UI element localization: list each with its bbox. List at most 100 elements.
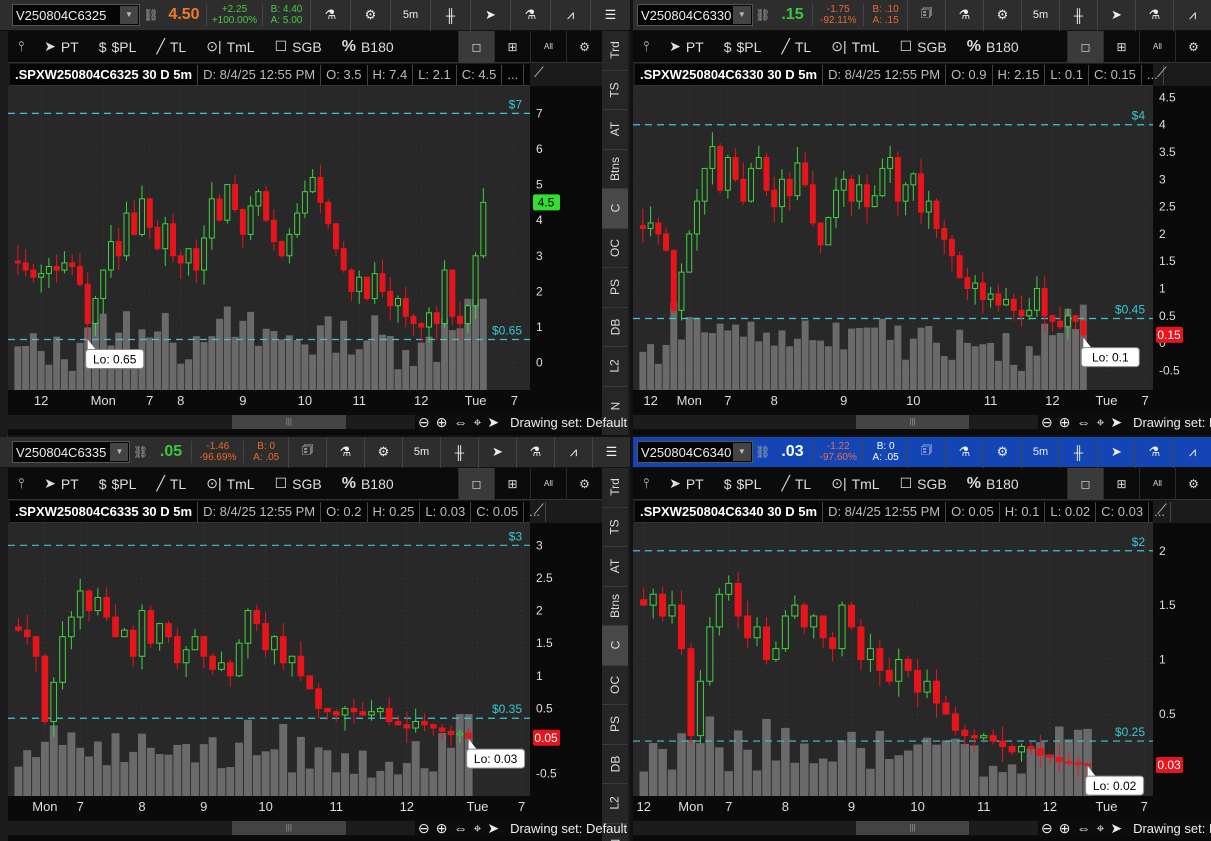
side-tab-c[interactable]: C — [602, 189, 628, 229]
horizontal-scrollbar[interactable]: ||| — [633, 415, 1038, 429]
trendline-tool-button[interactable]: ╱TL — [771, 475, 821, 492]
crosshair-icon[interactable]: ⌖ — [1093, 820, 1107, 837]
zoom-out-icon[interactable]: ⊖ — [415, 820, 433, 837]
side-tab-trd[interactable]: Trd — [602, 31, 628, 71]
all-button[interactable]: All — [1139, 468, 1175, 500]
all-button[interactable]: All — [1139, 31, 1175, 63]
candle-style-icon[interactable]: ╫ — [1059, 0, 1097, 31]
sgb-tool-button[interactable]: ☐SGB — [265, 475, 332, 492]
symbol-input[interactable]: V250804C6335 — [16, 445, 106, 460]
menu-icon[interactable]: ☰ — [590, 0, 630, 31]
zoom-in-icon[interactable]: ⊕ — [1056, 414, 1074, 431]
timeline-tool-button[interactable]: ⊙|TmL — [821, 475, 889, 492]
gear-icon[interactable]: ⚙ — [983, 437, 1021, 468]
crosshair-icon[interactable]: ⌖ — [470, 820, 484, 837]
link-icon[interactable]: ⛓ — [140, 8, 162, 22]
flask-icon[interactable]: ⚗ — [326, 437, 364, 468]
trendline-tool-button[interactable]: ╱TL — [146, 38, 196, 55]
link-icon[interactable]: ⛓ — [130, 445, 150, 459]
side-tab-at[interactable]: AT — [602, 110, 628, 150]
pl-tool-button[interactable]: $$PL — [89, 476, 147, 492]
single-layout-icon[interactable]: ◻ — [458, 31, 494, 63]
interval-button[interactable]: 5m — [1021, 437, 1059, 468]
flask-icon[interactable]: ⚗ — [310, 0, 350, 31]
scrollbar-thumb[interactable]: ||| — [856, 415, 969, 429]
zoom-in-icon[interactable]: ⊕ — [433, 414, 451, 431]
grid-layout-icon[interactable]: ⊞ — [1103, 31, 1139, 63]
timeline-tool-button[interactable]: ⊙|TmL — [196, 38, 264, 55]
drawing-tools-icon[interactable]: ⩘ — [554, 437, 592, 468]
zoom-in-icon[interactable]: ⊕ — [1056, 820, 1074, 837]
cursor-icon[interactable]: ➤ — [478, 437, 516, 468]
studies-flask-icon[interactable]: ⚗ — [1135, 0, 1173, 31]
single-layout-icon[interactable]: ◻ — [1067, 468, 1103, 500]
gear-icon[interactable]: ⚙ — [350, 0, 390, 31]
crosshair-icon[interactable]: ⌖ — [1093, 414, 1107, 431]
pan-icon[interactable]: ⇔ — [1073, 414, 1093, 430]
b180-tool-button[interactable]: %B180 — [957, 38, 1029, 56]
side-tab-btns[interactable]: Btns — [602, 587, 628, 627]
pointer-tool-button[interactable]: ➤PT — [659, 475, 714, 492]
all-button[interactable]: All — [530, 468, 566, 500]
zoom-in-icon[interactable]: ⊕ — [433, 820, 451, 837]
cursor-icon[interactable]: ➤ — [1097, 437, 1135, 468]
settings-gear-icon[interactable]: ⚙ — [566, 31, 602, 63]
all-button[interactable]: All — [530, 31, 566, 63]
chevron-down-icon[interactable]: ▼ — [733, 6, 751, 24]
drawing-set-selector[interactable]: Drawing set: Default — [510, 821, 627, 836]
alert-icon[interactable]: 🗊 — [288, 437, 326, 468]
side-tab-l2[interactable]: L2 — [602, 784, 628, 824]
menu-icon[interactable]: ☰ — [592, 437, 630, 468]
sgb-tool-button[interactable]: ☐SGB — [265, 38, 332, 55]
side-tab-ts[interactable]: TS — [602, 508, 628, 548]
symbol-selector[interactable]: V250804C6335 ▼ — [12, 441, 130, 463]
side-tab-ps[interactable]: PS — [602, 268, 628, 308]
pin-icon[interactable]: ⫯ — [8, 38, 34, 55]
cursor-icon[interactable]: ➤ — [1097, 0, 1135, 31]
chevron-down-icon[interactable]: ▼ — [110, 443, 128, 461]
pan-icon[interactable]: ⇔ — [450, 820, 470, 836]
flask-icon[interactable]: ⚗ — [945, 0, 983, 31]
pin-icon[interactable]: ⫯ — [8, 475, 34, 492]
chart-scale-icon[interactable]: ⟋ — [1157, 501, 1167, 518]
alert-icon[interactable]: 🗊 — [907, 437, 945, 468]
grid-layout-icon[interactable]: ⊞ — [1103, 468, 1139, 500]
chart-scale-icon[interactable]: ⟋ — [534, 501, 544, 518]
sgb-tool-button[interactable]: ☐SGB — [890, 38, 957, 55]
pin-icon[interactable]: ⫯ — [633, 38, 659, 55]
side-tab-ps[interactable]: PS — [602, 705, 628, 745]
sgb-tool-button[interactable]: ☐SGB — [890, 475, 957, 492]
alert-icon[interactable]: 🗊 — [907, 0, 945, 31]
gear-icon[interactable]: ⚙ — [364, 437, 402, 468]
cursor-icon[interactable]: ➤ — [484, 414, 502, 431]
side-tab-db[interactable]: DB — [602, 745, 628, 785]
trendline-tool-button[interactable]: ╱TL — [146, 475, 196, 492]
pointer-tool-button[interactable]: ➤PT — [34, 38, 89, 55]
candle-style-icon[interactable]: ╫ — [430, 0, 470, 31]
flask-icon[interactable]: ⚗ — [945, 437, 983, 468]
scrollbar-thumb[interactable]: ||| — [232, 415, 346, 429]
grid-layout-icon[interactable]: ⊞ — [494, 468, 530, 500]
pl-tool-button[interactable]: $$PL — [89, 39, 147, 55]
side-tab-db[interactable]: DB — [602, 308, 628, 348]
drawing-tools-icon[interactable]: ⩘ — [550, 0, 590, 31]
drawing-tools-icon[interactable]: ⩘ — [1173, 437, 1211, 468]
settings-gear-icon[interactable]: ⚙ — [566, 468, 602, 500]
symbol-selector[interactable]: V250804C6330▼ — [637, 4, 753, 26]
side-tab-btns[interactable]: Btns — [602, 150, 628, 190]
chevron-down-icon[interactable]: ▼ — [733, 443, 751, 461]
scrollbar-thumb[interactable]: ||| — [856, 821, 969, 835]
horizontal-scrollbar[interactable]: ||| — [633, 821, 1038, 835]
drawing-set-selector[interactable]: Drawing set: Default — [510, 415, 627, 430]
settings-gear-icon[interactable]: ⚙ — [1175, 468, 1211, 500]
horizontal-scrollbar[interactable]: ||| — [8, 415, 415, 429]
crosshair-icon[interactable]: ⌖ — [470, 414, 484, 431]
single-layout-icon[interactable]: ◻ — [458, 468, 494, 500]
scrollbar-thumb[interactable]: ||| — [232, 821, 346, 835]
cursor-icon[interactable]: ➤ — [484, 820, 502, 837]
chart-scale-icon[interactable]: ⟋ — [1157, 64, 1167, 81]
settings-gear-icon[interactable]: ⚙ — [1175, 31, 1211, 63]
side-tab-oc[interactable]: OC — [602, 666, 628, 706]
pan-icon[interactable]: ⇔ — [1073, 820, 1093, 836]
trendline-tool-button[interactable]: ╱TL — [771, 38, 821, 55]
